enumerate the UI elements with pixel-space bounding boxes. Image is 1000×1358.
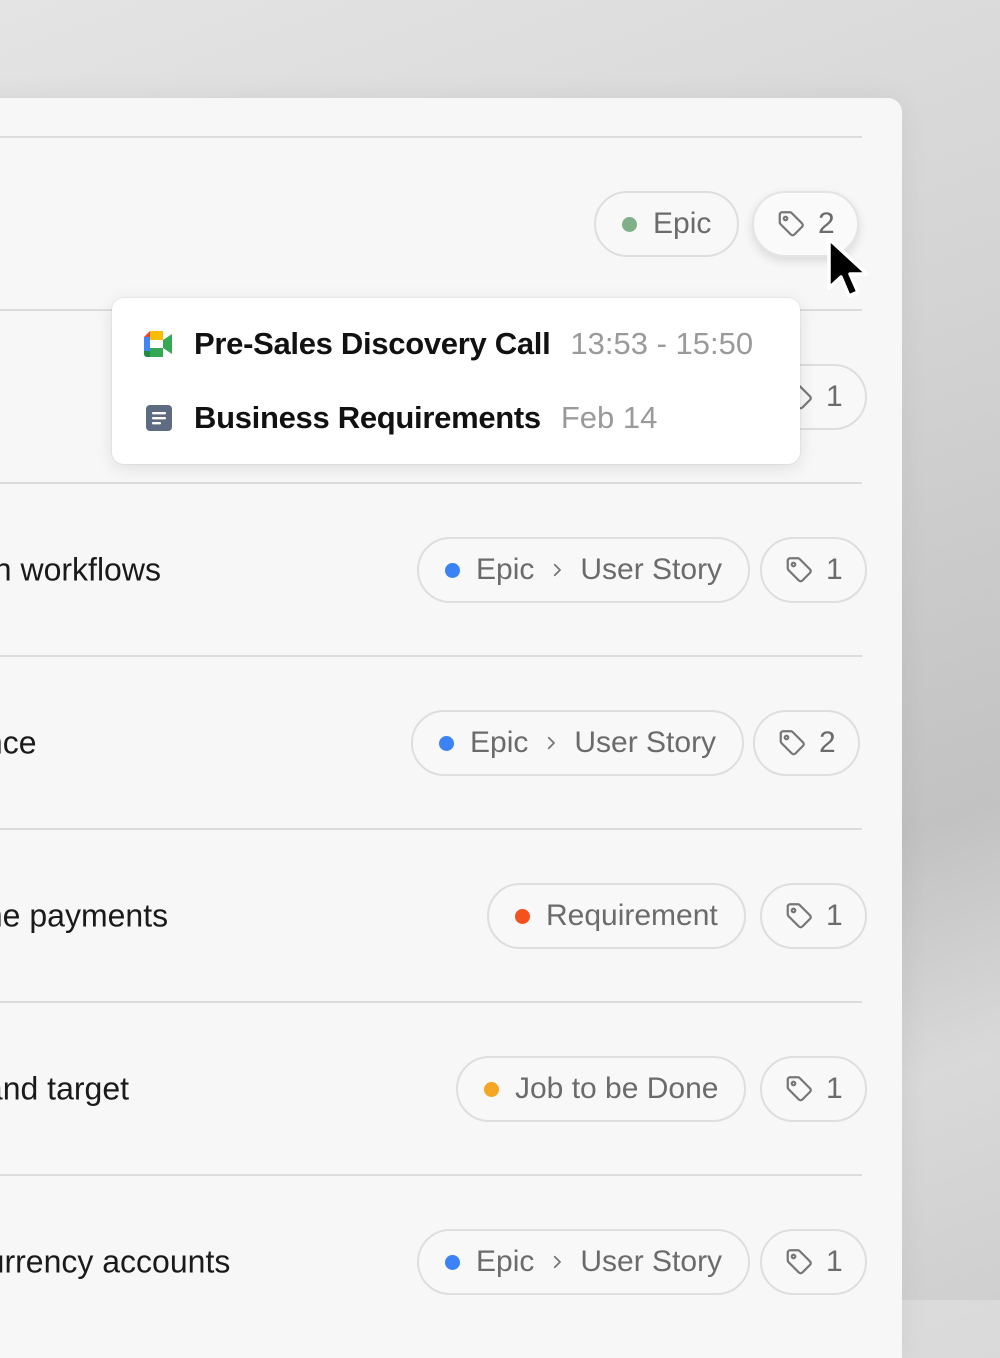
type-badge[interactable]: Epic User Story	[417, 1229, 751, 1295]
meeting-name: Pre-Sales Discovery Call	[194, 326, 551, 361]
badge-label: Job to be Done	[515, 1072, 719, 1105]
linked-items-popover: Pre-Sales Discovery Call 13:53 - 15:50 B…	[112, 298, 800, 464]
row-title: tion workflows	[0, 551, 161, 588]
tag-count: 2	[819, 726, 836, 759]
tag-count-button[interactable]: 2	[753, 710, 860, 776]
tag-icon	[784, 1247, 814, 1277]
items-panel: ng Epic 2 00 1 tion workflows Epic	[0, 98, 902, 1358]
badge-label: Epic	[653, 207, 712, 240]
badge-label: Epic	[476, 1245, 535, 1278]
type-badge[interactable]: Requirement	[487, 883, 746, 949]
tag-icon	[777, 728, 807, 758]
mouse-cursor-icon	[826, 236, 878, 305]
type-badge[interactable]: Epic	[594, 191, 740, 257]
tag-icon	[776, 209, 806, 239]
tag-icon	[784, 901, 814, 931]
type-badge[interactable]: Job to be Done	[456, 1056, 747, 1122]
list-row[interactable]: y and target Job to be Done 1	[0, 1003, 867, 1175]
chevron-right-icon	[548, 1253, 566, 1271]
row-title: -currency accounts	[0, 1243, 231, 1280]
tag-count: 1	[826, 899, 843, 932]
badge-label: User Story	[574, 726, 717, 759]
document-date: Feb 14	[560, 400, 658, 435]
row-title: y and target	[0, 1070, 129, 1107]
type-badge[interactable]: Epic User Story	[417, 537, 751, 603]
type-dot	[484, 1081, 499, 1097]
tag-count-button[interactable]: 1	[760, 1229, 867, 1295]
type-dot	[515, 908, 530, 924]
badge-label: User Story	[580, 1245, 723, 1278]
tag-count: 1	[826, 1245, 843, 1278]
type-dot	[439, 735, 454, 751]
tag-count-button[interactable]: 1	[760, 1056, 867, 1122]
type-dot	[622, 216, 637, 232]
row-title: iance	[0, 724, 37, 761]
badge-label: User Story	[580, 553, 723, 586]
tag-count-button[interactable]: 1	[760, 537, 867, 603]
chevron-right-icon	[548, 561, 566, 579]
meeting-time: 13:53 - 15:50	[570, 326, 754, 361]
list-row[interactable]: tion workflows Epic User Story 1	[0, 484, 867, 656]
type-dot	[445, 1254, 460, 1270]
list-row[interactable]: time payments Requirement 1	[0, 830, 867, 1002]
google-meet-icon	[144, 329, 174, 359]
chevron-right-icon	[542, 734, 560, 752]
tag-count: 1	[826, 1072, 843, 1105]
tag-count: 1	[826, 553, 843, 586]
tag-icon	[784, 1074, 814, 1104]
tag-count-button[interactable]: 1	[760, 883, 867, 949]
type-dot	[445, 562, 460, 578]
document-name: Business Requirements	[194, 400, 541, 435]
row-title: time payments	[0, 897, 169, 934]
badge-label: Epic	[470, 726, 529, 759]
type-badge[interactable]: Epic User Story	[411, 710, 745, 776]
list-row[interactable]: ng Epic 2	[0, 138, 862, 310]
popover-item[interactable]: Business Requirements Feb 14	[144, 398, 657, 438]
badge-label: Epic	[476, 553, 535, 586]
list-row[interactable]: iance Epic User Story 2	[0, 657, 862, 829]
tag-count: 1	[826, 380, 843, 413]
document-icon	[144, 403, 174, 433]
badge-label: Requirement	[546, 899, 718, 932]
list-row[interactable]: -currency accounts Epic User Story 1	[0, 1176, 867, 1348]
popover-item[interactable]: Pre-Sales Discovery Call 13:53 - 15:50	[144, 324, 753, 364]
tag-icon	[784, 555, 814, 585]
